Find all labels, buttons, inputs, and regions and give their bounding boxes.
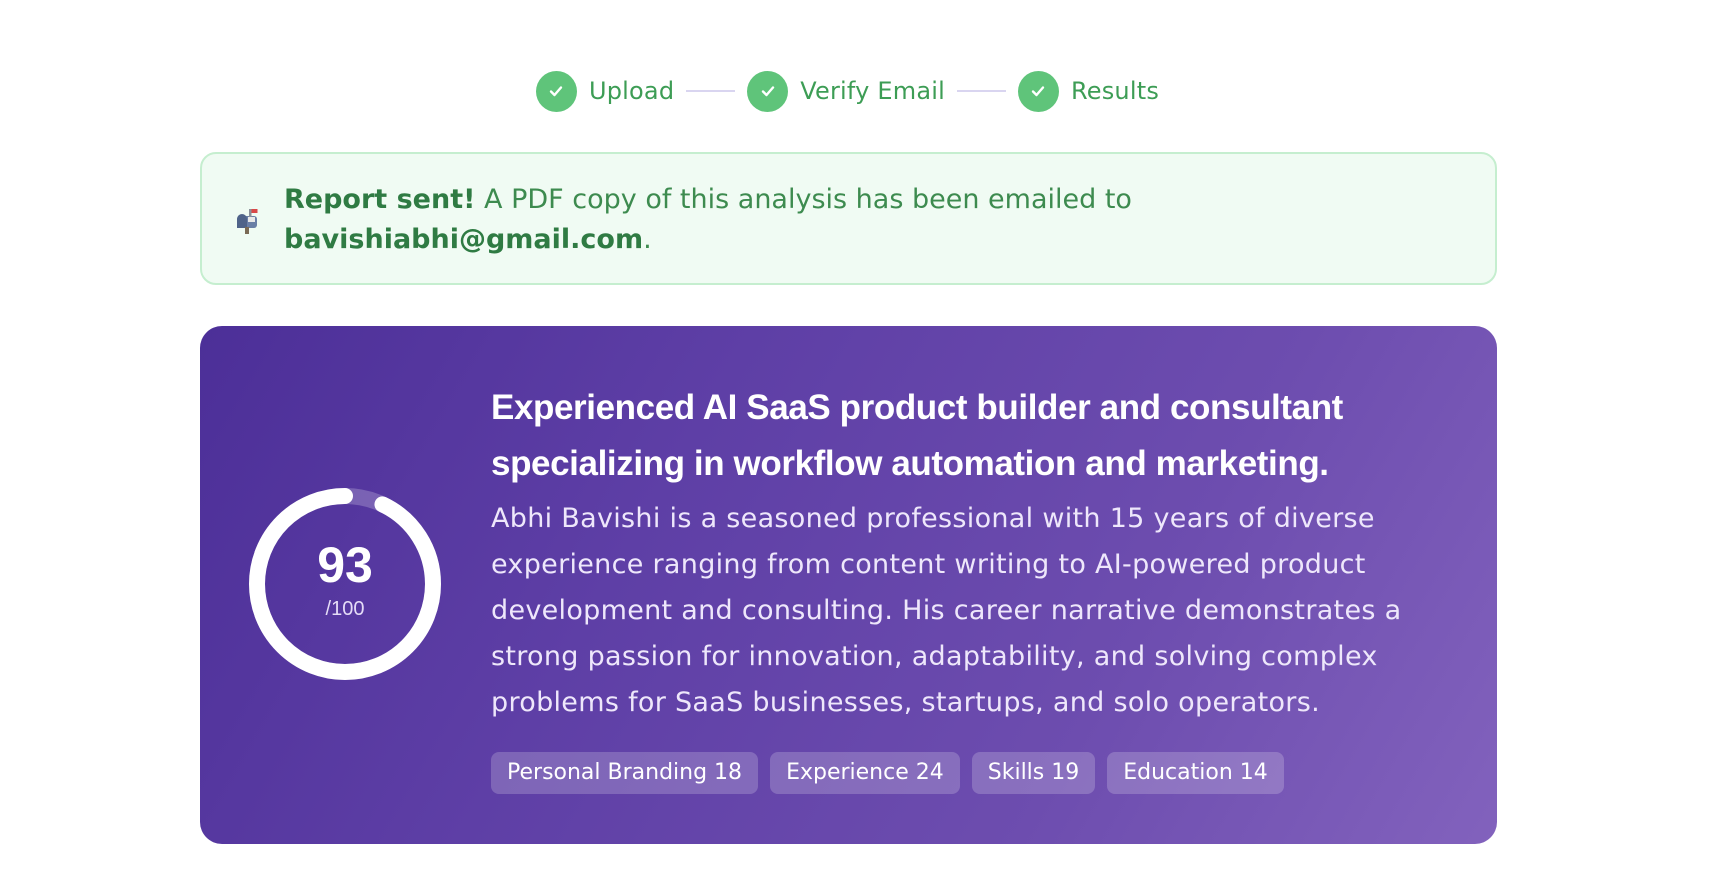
- alert-period: .: [643, 224, 652, 255]
- mailbox-icon: [234, 206, 262, 234]
- step-label: Upload: [588, 77, 675, 105]
- step-complete-check-icon: [535, 70, 577, 112]
- alert-message: Report sent! A PDF copy of this analysis…: [284, 180, 1434, 260]
- step-upload: Upload: [535, 70, 675, 112]
- progress-stepper: Upload Verify Email Results: [0, 70, 1712, 112]
- profile-summary-card: 93 /100 Experienced AI SaaS product buil…: [200, 326, 1497, 844]
- step-label: Results: [1070, 77, 1160, 105]
- step-label: Verify Email: [800, 77, 945, 105]
- step-connector: [956, 90, 1006, 92]
- score-value: 93: [317, 537, 373, 593]
- profile-headline: Experienced AI SaaS product builder and …: [491, 388, 1343, 483]
- tag-skills: Skills 19: [971, 752, 1096, 794]
- score-max: /100: [325, 598, 365, 620]
- step-connector: [686, 90, 736, 92]
- tag-experience: Experience 24: [770, 752, 960, 794]
- alert-title: Report sent!: [284, 184, 476, 215]
- recipient-email: bavishiabhi@gmail.com: [284, 224, 644, 255]
- score-breakdown-tags: Personal Branding 18 Experience 24 Skill…: [491, 752, 1284, 794]
- tag-education: Education 14: [1107, 752, 1284, 794]
- step-results: Results: [1017, 70, 1160, 112]
- profile-summary: Abhi Bavishi is a seasoned professional …: [491, 503, 1402, 718]
- alert-body: A PDF copy of this analysis has been ema…: [475, 184, 1132, 215]
- tag-personal-branding: Personal Branding 18: [491, 752, 759, 794]
- step-complete-check-icon: [1017, 70, 1059, 112]
- step-complete-check-icon: [747, 70, 789, 112]
- step-verify-email: Verify Email: [747, 70, 945, 112]
- report-sent-alert: Report sent! A PDF copy of this analysis…: [200, 152, 1497, 285]
